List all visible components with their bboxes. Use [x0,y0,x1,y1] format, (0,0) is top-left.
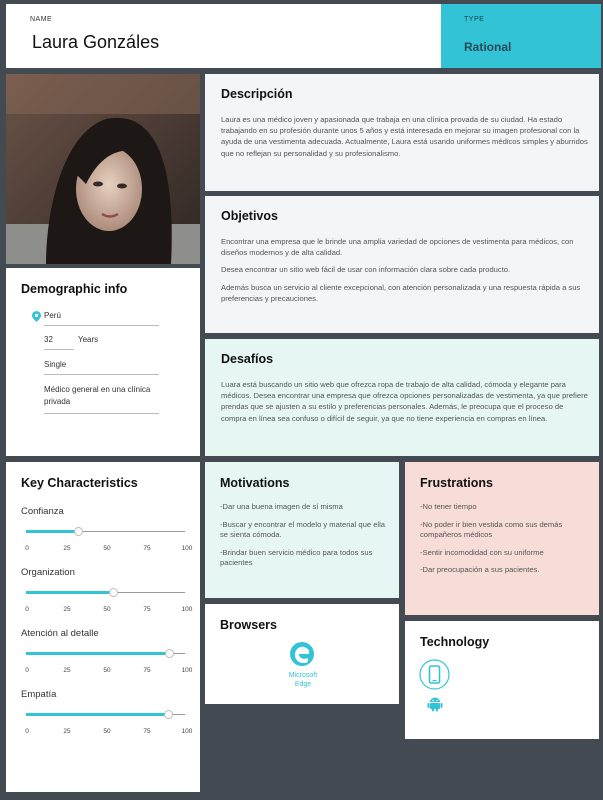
location-value: Perú [44,311,159,326]
tick-label: 75 [143,728,151,735]
slider-handle[interactable] [109,588,119,597]
persona-photo [6,74,200,264]
slider-ticks: 0 25 50 75 100 [19,545,199,555]
demographic-card: Demographic info Perú 32 Years Single Mé… [6,268,200,456]
slider-ticks: 0 25 50 75 100 [19,606,199,616]
name-label: NAME [30,16,53,23]
tick-label: 0 [25,667,29,674]
challenges-title: Desafíos [221,352,274,366]
tick-label: 25 [63,667,71,674]
list-item: -Brindar buen servicio médico para todos… [220,547,373,568]
edge-icon [290,642,314,666]
location-pin-icon [32,311,41,322]
tick-label: 75 [143,545,151,552]
tick-label: 0 [25,606,29,613]
list-item: -No tener tiempo [420,502,477,511]
tick-label: 0 [25,545,29,552]
status-value: Single [44,360,159,375]
confianza-slider[interactable] [26,527,185,536]
tick-label: 50 [103,667,111,674]
slider-fill [26,530,79,533]
slider-label: Confianza [21,506,64,517]
slider-handle[interactable] [165,649,175,658]
browsers-title: Browsers [220,618,277,632]
description-card: Descripción Laura es una médico joven y … [205,74,599,191]
challenges-card: Desafíos Luara está buscando un sitio we… [205,339,599,456]
occupation-value: Médico general en una clínica privada [44,384,159,414]
list-item: -Dar preocupación a sus pacientes. [420,565,540,575]
slider-fill [26,591,114,594]
objective-paragraph: Además busca un servicio al cliente exce… [221,282,581,303]
slider-label: Atención al detalle [21,628,99,639]
key-characteristics-card: Key Characteristics Confianza 0 25 50 75 100… [6,462,200,792]
key-characteristics-title: Key Characteristics [21,476,138,490]
tick-label: 100 [181,728,193,735]
challenges-text: Luara está buscando un sitio web que ofr… [221,380,588,423]
type-label: TYPE [464,16,485,23]
list-item: -Buscar y encontrar el modelo y material… [220,519,386,540]
technology-card: Technology [405,621,599,739]
edge-label: Microsoft Edge [288,672,318,688]
tick-label: 50 [103,545,111,552]
empatia-slider[interactable] [26,710,185,719]
organization-slider[interactable] [26,588,185,597]
tick-label: 100 [181,606,193,613]
description-text: Laura es una médico joven y apasionada q… [221,115,588,158]
tick-label: 25 [63,606,71,613]
tick-label: 25 [63,728,71,735]
tick-label: 25 [63,545,71,552]
slider-ticks: 0 25 50 75 100 [19,728,199,738]
age-unit: Years [78,335,99,344]
slider-fill [26,652,170,655]
motivations-title: Motivations [220,476,290,490]
slider-label: Empatía [21,689,57,700]
list-item: -No poder ir bien vestida como sus demás… [420,519,563,540]
objectives-card: Objetivos Encontrar una empresa que le b… [205,196,599,333]
description-title: Descripción [221,87,293,101]
persona-name-card: NAME Laura Gonzáles [6,4,441,68]
motivations-card: Motivations -Dar una buena imagen de sí … [205,462,399,598]
tick-label: 75 [143,667,151,674]
atencion-slider[interactable] [26,649,185,658]
slider-fill [26,713,168,716]
objectives-title: Objetivos [221,209,278,223]
objective-paragraph: Desea encontrar un sitio web fácil de us… [221,265,511,275]
slider-handle[interactable] [74,527,84,536]
persona-type-card: TYPE Rational [441,4,601,68]
slider-handle[interactable] [163,710,173,719]
list-item: -Dar una buena imagen de sí misma [220,502,343,511]
persona-type: Rational [464,40,512,54]
tick-label: 50 [103,728,111,735]
slider-ticks: 0 25 50 75 100 [19,667,199,677]
list-item: -Sentir incomodidad con su uniforme [420,547,544,557]
objective-paragraph: Encontrar una empresa que le brinde una … [221,237,574,258]
frustrations-card: Frustrations -No tener tiempo -No poder … [405,462,599,615]
frustrations-title: Frustrations [420,476,493,490]
browsers-card: Browsers Microsoft Edge [205,604,399,704]
tick-label: 100 [181,545,193,552]
demographic-title: Demographic info [21,282,128,296]
tick-label: 0 [25,728,29,735]
smartphone-icon [419,659,450,690]
tick-label: 50 [103,606,111,613]
technology-title: Technology [420,635,490,649]
tick-label: 100 [181,667,193,674]
age-value: 32 [44,335,74,350]
persona-name: Laura Gonzáles [32,32,160,52]
slider-label: Organization [21,567,75,578]
android-icon [427,697,443,712]
tick-label: 75 [143,606,151,613]
